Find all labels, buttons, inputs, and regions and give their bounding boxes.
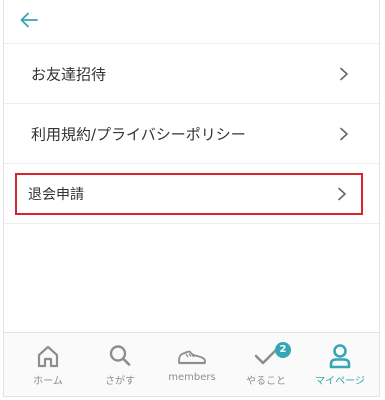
user-icon (329, 344, 351, 369)
app-frame: お友達招待 利用規約/プライバシーポリシー 退会申請 ホーム さがす membe… (3, 0, 380, 397)
menu-item-invite-friends[interactable]: お友達招待 (4, 44, 379, 104)
tab-home[interactable]: ホーム (12, 333, 84, 396)
bottom-tab-bar: ホーム さがす members 2 やること マイページ (4, 332, 379, 396)
chevron-right-icon (340, 127, 348, 140)
chevron-right-icon (340, 67, 348, 80)
home-icon (37, 345, 59, 368)
back-arrow-icon[interactable] (18, 9, 40, 31)
search-icon (109, 345, 131, 366)
tab-label: members (168, 372, 216, 383)
tab-label: ホーム (33, 376, 63, 387)
shoe-icon (178, 350, 206, 365)
menu-item-terms-privacy[interactable]: 利用規約/プライバシーポリシー (4, 104, 379, 164)
tab-members[interactable]: members (156, 333, 228, 396)
chevron-right-icon (338, 187, 346, 200)
tab-todo[interactable]: 2 やること (230, 333, 302, 396)
tab-label: マイページ (315, 376, 365, 387)
menu-item-withdrawal-request[interactable]: 退会申請 (4, 164, 379, 224)
tab-label: さがす (105, 376, 135, 387)
notification-badge: 2 (275, 342, 291, 358)
tab-search[interactable]: さがす (84, 333, 156, 396)
menu-item-label: 利用規約/プライバシーポリシー (31, 125, 246, 143)
top-bar (4, 0, 379, 44)
tab-label: やること (246, 376, 286, 387)
menu-item-label: お友達招待 (31, 65, 107, 83)
menu-item-label: 退会申請 (28, 186, 84, 203)
tab-mypage[interactable]: マイページ (304, 333, 376, 396)
